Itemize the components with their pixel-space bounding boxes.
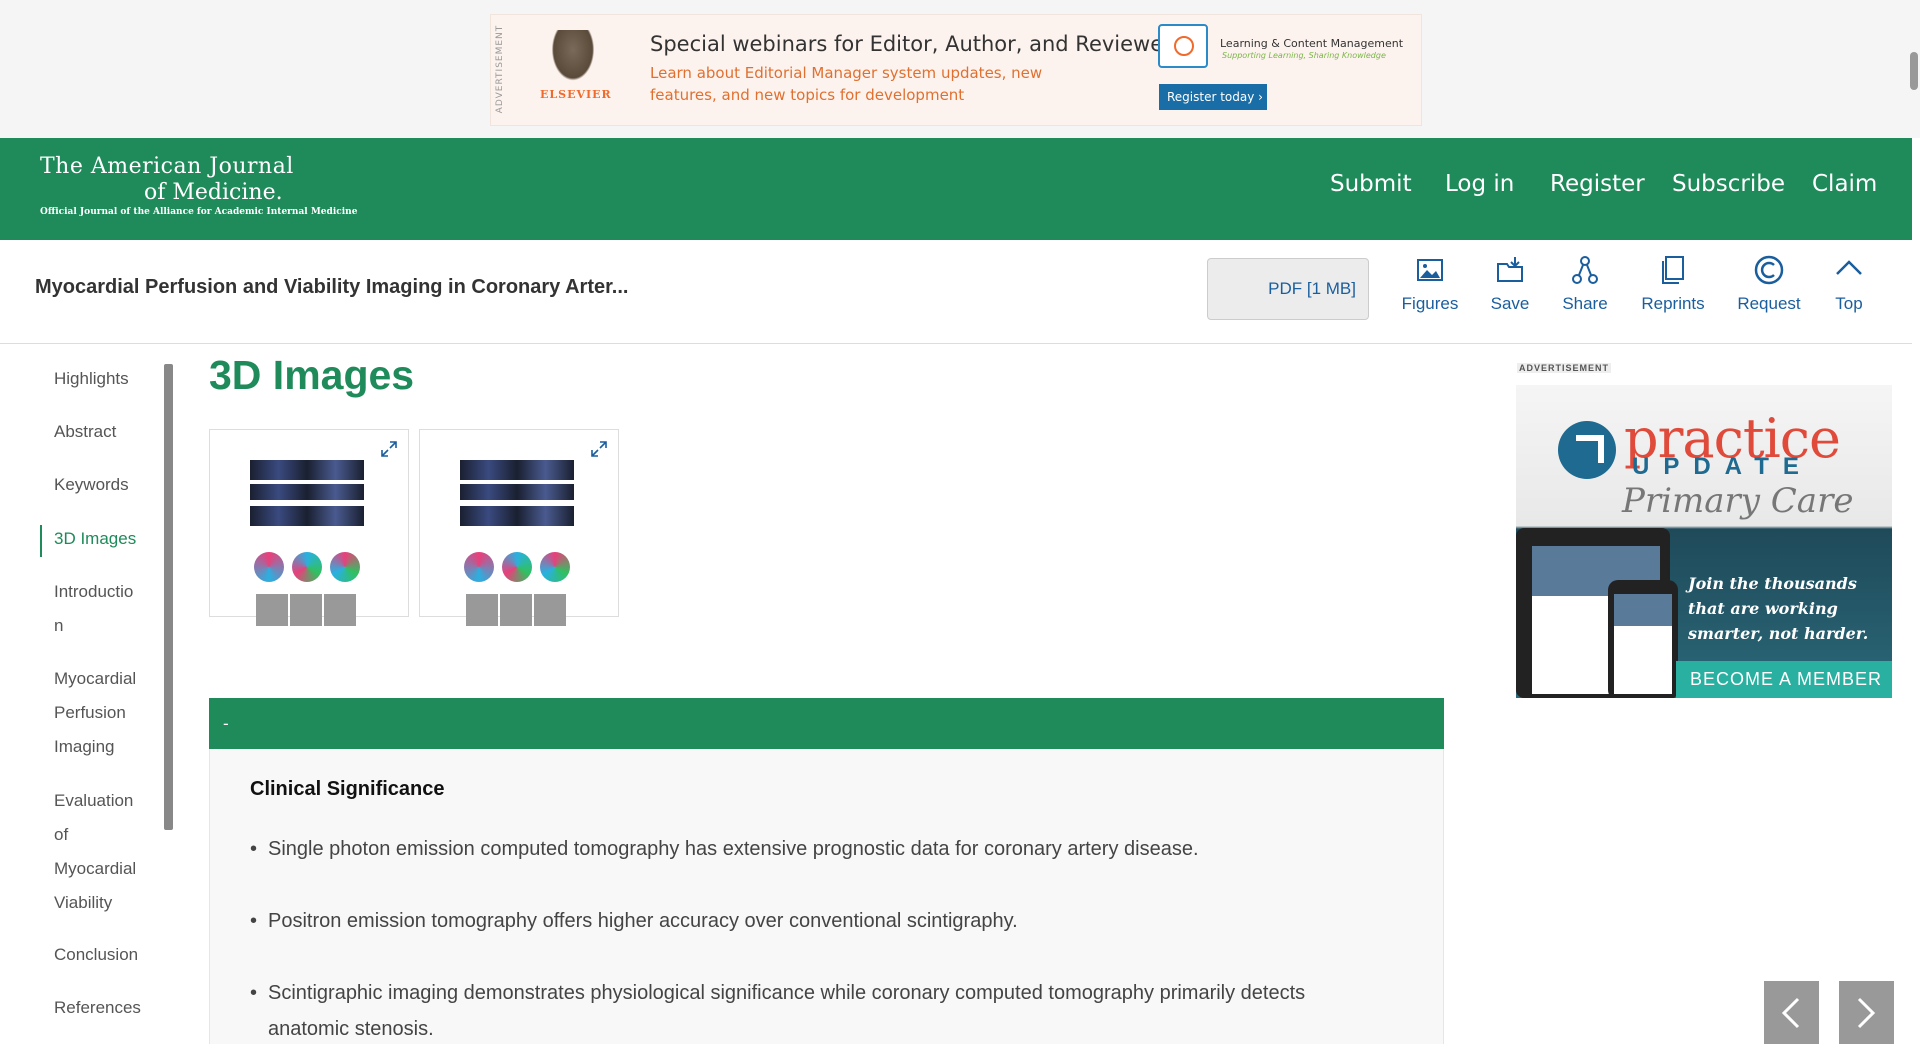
phone-image bbox=[1608, 580, 1678, 698]
article-title: Myocardial Perfusion and Viability Imagi… bbox=[35, 276, 629, 298]
pdf-download-button[interactable]: PDF [1 MB] bbox=[1207, 258, 1369, 320]
register-today-button[interactable]: Register today › bbox=[1159, 84, 1267, 110]
chevron-left-icon bbox=[1781, 997, 1800, 1029]
folder-save-icon bbox=[1497, 257, 1523, 282]
ad-description: Learn about Editorial Manager system upd… bbox=[650, 64, 1043, 104]
elsevier-wordmark: ELSEVIER bbox=[540, 88, 612, 101]
practice-update-logo-icon bbox=[1558, 421, 1616, 479]
chevron-right-icon bbox=[1857, 997, 1876, 1029]
nav-log-in[interactable]: Log in bbox=[1445, 171, 1514, 197]
nav-submit[interactable]: Submit bbox=[1330, 171, 1412, 197]
top-button[interactable]: Top bbox=[1830, 254, 1868, 322]
figure-preview bbox=[460, 456, 574, 626]
elsevier-logo: ELSEVIER bbox=[540, 26, 612, 106]
nav-register[interactable]: Register bbox=[1550, 171, 1645, 197]
ad-title: Special webinars for Editor, Author, and… bbox=[650, 32, 1172, 56]
bullet-text: Positron emission tomography offers high… bbox=[268, 910, 1018, 932]
figures-button[interactable]: Figures bbox=[1398, 254, 1462, 322]
reprints-button[interactable]: Reprints bbox=[1638, 254, 1708, 322]
nav-subscribe[interactable]: Subscribe bbox=[1672, 171, 1785, 197]
become-member-button[interactable]: BECOME A MEMBER bbox=[1676, 661, 1892, 698]
share-label: Share bbox=[1562, 294, 1608, 313]
partner-subtitle: Supporting Learning, Sharing Knowledge bbox=[1222, 51, 1386, 60]
list-item: • Positron emission tomography offers hig… bbox=[250, 903, 1390, 939]
journal-logo[interactable]: The American Journal of Medicine. Offici… bbox=[40, 154, 357, 228]
image-icon bbox=[1417, 259, 1443, 281]
chevron-up-icon bbox=[1836, 260, 1862, 275]
section-nav-item[interactable]: Myocardial Perfusion Imaging bbox=[54, 662, 164, 764]
figure-thumbnail[interactable] bbox=[419, 429, 619, 626]
page-scrollbar[interactable] bbox=[1910, 52, 1918, 90]
section-nav-item[interactable]: References bbox=[54, 991, 164, 1025]
reprints-icon bbox=[1662, 256, 1684, 284]
expand-icon[interactable] bbox=[590, 440, 608, 458]
previous-page-button[interactable] bbox=[1764, 981, 1819, 1044]
expand-icon[interactable] bbox=[380, 440, 398, 458]
journal-affiliation: Official Journal of the Alliance for Aca… bbox=[40, 207, 358, 217]
save-label: Save bbox=[1490, 294, 1530, 313]
learning-management-icon bbox=[1158, 24, 1208, 68]
bullet-text: Single photon emission computed tomograp… bbox=[268, 838, 1199, 860]
section-nav-item[interactable]: Evaluation of Myocardial Viability bbox=[54, 784, 144, 920]
section-nav-item[interactable]: Introductio n bbox=[54, 575, 144, 643]
top-label: Top bbox=[1835, 294, 1863, 313]
section-nav-item[interactable]: Highlights bbox=[54, 362, 164, 396]
section-nav-item[interactable]: Keywords bbox=[54, 468, 164, 502]
section-nav-item[interactable]: Abstract bbox=[54, 415, 164, 449]
ad-vertical-label: ADVERTISEMENT bbox=[495, 24, 505, 114]
side-ad-label: ADVERTISEMENT bbox=[1517, 363, 1612, 373]
bullet-text: Scintigraphic imaging demonstrates physi… bbox=[268, 982, 1306, 1040]
save-button[interactable]: Save bbox=[1488, 254, 1532, 322]
reprints-label: Reprints bbox=[1641, 294, 1705, 313]
share-icon bbox=[1572, 256, 1598, 284]
clinical-significance-bar[interactable]: - bbox=[209, 698, 1444, 749]
practice-update-ad[interactable]: practice UPDATE Primary Care Join the th… bbox=[1516, 385, 1892, 698]
next-page-button[interactable] bbox=[1839, 981, 1894, 1044]
list-item: • Single photon emission computed tomogra… bbox=[250, 831, 1390, 867]
nav-claim[interactable]: Claim bbox=[1812, 171, 1877, 197]
section-nav-item-active[interactable]: 3D Images bbox=[54, 522, 164, 556]
practice-update-sub: UPDATE bbox=[1632, 453, 1813, 480]
figures-label: Figures bbox=[1401, 294, 1459, 313]
request-button[interactable]: Request bbox=[1736, 254, 1802, 322]
clinical-significance-title: Clinical Significance bbox=[250, 778, 445, 800]
elsevier-tree-icon bbox=[548, 30, 598, 86]
partner-title: Learning & Content Management bbox=[1220, 37, 1404, 50]
journal-name-line1: The American Journal bbox=[40, 154, 294, 179]
figure-thumbnail[interactable] bbox=[209, 429, 409, 626]
journal-name-line2: of Medicine. bbox=[144, 180, 283, 205]
figure-preview bbox=[250, 456, 364, 626]
section-nav: Highlights Abstract Keywords 3D Images I… bbox=[40, 360, 180, 1044]
section-nav-item[interactable]: Conclusion bbox=[54, 938, 164, 972]
list-item: • Scintigraphic imaging demonstrates phys… bbox=[250, 975, 1390, 1047]
practice-update-specialty: Primary Care bbox=[1622, 481, 1854, 521]
request-label: Request bbox=[1737, 294, 1801, 313]
share-button[interactable]: Share bbox=[1560, 254, 1610, 322]
copyright-icon bbox=[1754, 255, 1784, 285]
section-heading: 3D Images bbox=[209, 352, 415, 398]
practice-update-tagline: Join the thousands that are working smar… bbox=[1688, 574, 1869, 643]
